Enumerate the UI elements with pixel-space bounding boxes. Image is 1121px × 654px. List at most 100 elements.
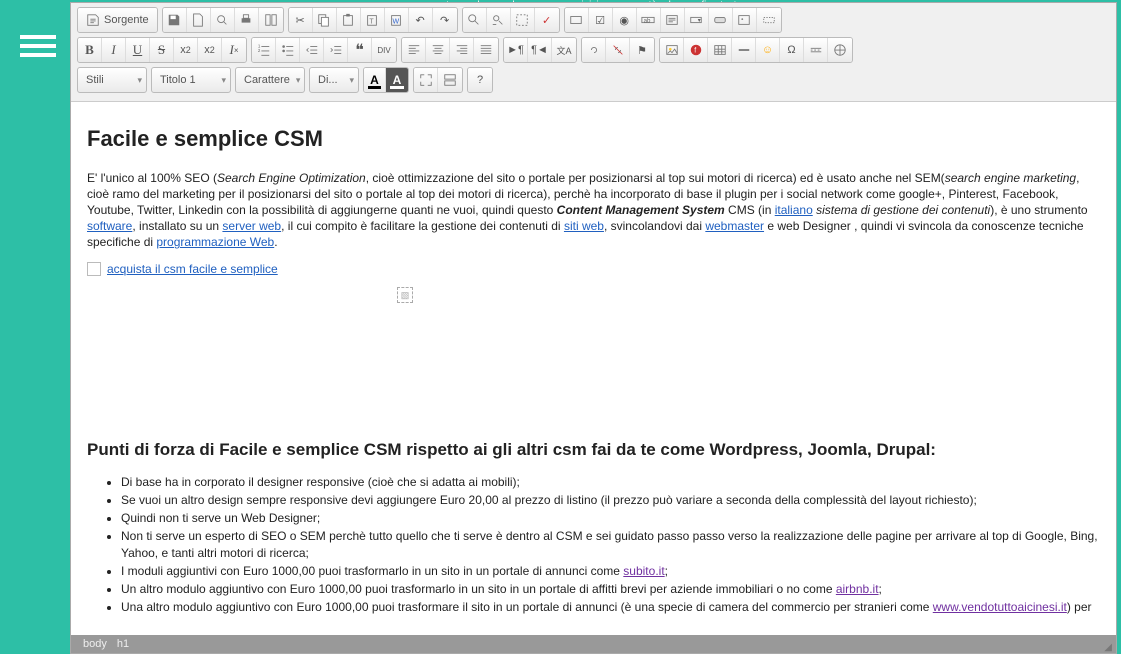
strike-icon[interactable]: S <box>150 38 174 62</box>
unlink-icon[interactable] <box>606 38 630 62</box>
align-justify-icon[interactable] <box>474 38 498 62</box>
list-item: Quindi non ti serve un Web Designer; <box>121 510 1100 526</box>
list-item: Di base ha in corporato il designer resp… <box>121 474 1100 490</box>
styles-dropdown[interactable]: Stili <box>77 67 147 93</box>
link-software[interactable]: software <box>87 219 132 233</box>
file-icon <box>87 262 101 276</box>
svg-text:2: 2 <box>257 48 260 53</box>
subscript-icon[interactable]: x2 <box>174 38 198 62</box>
remove-format-icon[interactable]: I× <box>222 38 246 62</box>
size-dropdown[interactable]: Di... <box>309 67 359 93</box>
templates-icon[interactable] <box>259 8 283 32</box>
attachment-link-text[interactable]: acquista il csm facile e semplice <box>107 261 278 277</box>
image-icon[interactable] <box>660 38 684 62</box>
align-center-icon[interactable] <box>426 38 450 62</box>
table-icon[interactable] <box>708 38 732 62</box>
indent-icon[interactable] <box>324 38 348 62</box>
textarea-icon[interactable] <box>661 8 685 32</box>
link-icon[interactable] <box>582 38 606 62</box>
new-page-icon[interactable] <box>187 8 211 32</box>
list-item: Non ti serve un esperto di SEO o SEM per… <box>121 528 1100 560</box>
outdent-icon[interactable] <box>300 38 324 62</box>
preview-icon[interactable] <box>211 8 235 32</box>
language-icon[interactable]: 文A <box>552 38 576 62</box>
image-placeholder-icon: ▧ <box>397 287 413 303</box>
link-vendotutto[interactable]: www.vendotuttoaicinesi.it <box>933 600 1067 614</box>
bold-icon[interactable]: B <box>78 38 102 62</box>
heading-2: Punti di forza di Facile e semplice CSM … <box>87 439 1100 462</box>
italic-icon[interactable]: I <box>102 38 126 62</box>
attachment-link[interactable]: acquista il csm facile e semplice <box>87 261 1100 277</box>
list-item: Un altro modulo aggiuntivo con Euro 1000… <box>121 581 1100 597</box>
find-icon[interactable] <box>463 8 487 32</box>
sidebar <box>0 0 70 609</box>
link-siti-web[interactable]: siti web <box>564 219 604 233</box>
underline-icon[interactable]: U <box>126 38 150 62</box>
link-subito[interactable]: subito.it <box>623 564 664 578</box>
bg-color-icon[interactable]: A <box>386 68 408 92</box>
save-icon[interactable] <box>163 8 187 32</box>
link-airbnb[interactable]: airbnb.it <box>836 582 879 596</box>
paste-text-icon[interactable]: T <box>361 8 385 32</box>
pagebreak-icon[interactable] <box>804 38 828 62</box>
elements-path-body[interactable]: body <box>83 638 107 650</box>
ltr-icon[interactable]: ►¶ <box>504 38 528 62</box>
smiley-icon[interactable]: ☺ <box>756 38 780 62</box>
form-icon[interactable] <box>565 8 589 32</box>
textfield-icon[interactable]: ab <box>637 8 661 32</box>
maximize-icon[interactable] <box>414 68 438 92</box>
spellcheck-icon[interactable]: ✓ <box>535 8 559 32</box>
link-programmazione[interactable]: programmazione Web <box>156 235 274 249</box>
list-item: I moduli aggiuntivi con Euro 1000,00 puo… <box>121 563 1100 579</box>
show-blocks-icon[interactable] <box>438 68 462 92</box>
image-button-icon[interactable] <box>733 8 757 32</box>
elements-path-h1[interactable]: h1 <box>117 638 129 650</box>
source-button[interactable]: Sorgente <box>78 8 157 32</box>
radio-icon[interactable]: ◉ <box>613 8 637 32</box>
paste-icon[interactable] <box>337 8 361 32</box>
hr-icon[interactable] <box>732 38 756 62</box>
bullet-list-icon[interactable] <box>276 38 300 62</box>
paste-word-icon[interactable]: W <box>385 8 409 32</box>
status-bar: body h1 <box>71 635 1116 653</box>
list-item: Una altro modulo aggiuntivo con Euro 100… <box>121 599 1100 615</box>
special-char-icon[interactable]: Ω <box>780 38 804 62</box>
heading-1: Facile e semplice CSM <box>87 124 1100 154</box>
menu-toggle-icon[interactable] <box>20 35 50 57</box>
font-dropdown[interactable]: Carattere <box>235 67 305 93</box>
numbered-list-icon[interactable]: 12 <box>252 38 276 62</box>
svg-text:ab: ab <box>644 18 651 25</box>
select-all-icon[interactable] <box>511 8 535 32</box>
link-italiano[interactable]: italiano <box>775 203 813 217</box>
blockquote-icon[interactable]: ❝ <box>348 38 372 62</box>
copy-icon[interactable] <box>313 8 337 32</box>
link-webmaster[interactable]: webmaster <box>705 219 764 233</box>
div-icon[interactable]: DIV <box>372 38 396 62</box>
undo-icon[interactable]: ↶ <box>409 8 433 32</box>
superscript-icon[interactable]: x2 <box>198 38 222 62</box>
source-label: Sorgente <box>104 14 149 26</box>
editor: Sorgente ✂ T W <box>70 2 1117 654</box>
svg-text:▾: ▾ <box>698 17 701 24</box>
anchor-icon[interactable]: ⚑ <box>630 38 654 62</box>
format-dropdown[interactable]: Titolo 1 <box>151 67 231 93</box>
redo-icon[interactable]: ↷ <box>433 8 457 32</box>
cut-icon[interactable]: ✂ <box>289 8 313 32</box>
rtl-icon[interactable]: ¶◄ <box>528 38 552 62</box>
align-right-icon[interactable] <box>450 38 474 62</box>
print-icon[interactable] <box>235 8 259 32</box>
list-item: Se vuoi un altro design sempre responsiv… <box>121 492 1100 508</box>
button-icon[interactable] <box>709 8 733 32</box>
checkbox-icon[interactable]: ☑ <box>589 8 613 32</box>
iframe-icon[interactable] <box>828 38 852 62</box>
text-color-icon[interactable]: A <box>364 68 386 92</box>
svg-text:f: f <box>694 48 696 55</box>
align-left-icon[interactable] <box>402 38 426 62</box>
editor-content[interactable]: Facile e semplice CSM E' l'unico al 100%… <box>71 102 1116 635</box>
replace-icon[interactable] <box>487 8 511 32</box>
flash-icon[interactable]: f <box>684 38 708 62</box>
hidden-field-icon[interactable] <box>757 8 781 32</box>
help-icon[interactable]: ? <box>468 68 492 92</box>
select-icon[interactable]: ▾ <box>685 8 709 32</box>
link-server-web[interactable]: server web <box>222 219 281 233</box>
